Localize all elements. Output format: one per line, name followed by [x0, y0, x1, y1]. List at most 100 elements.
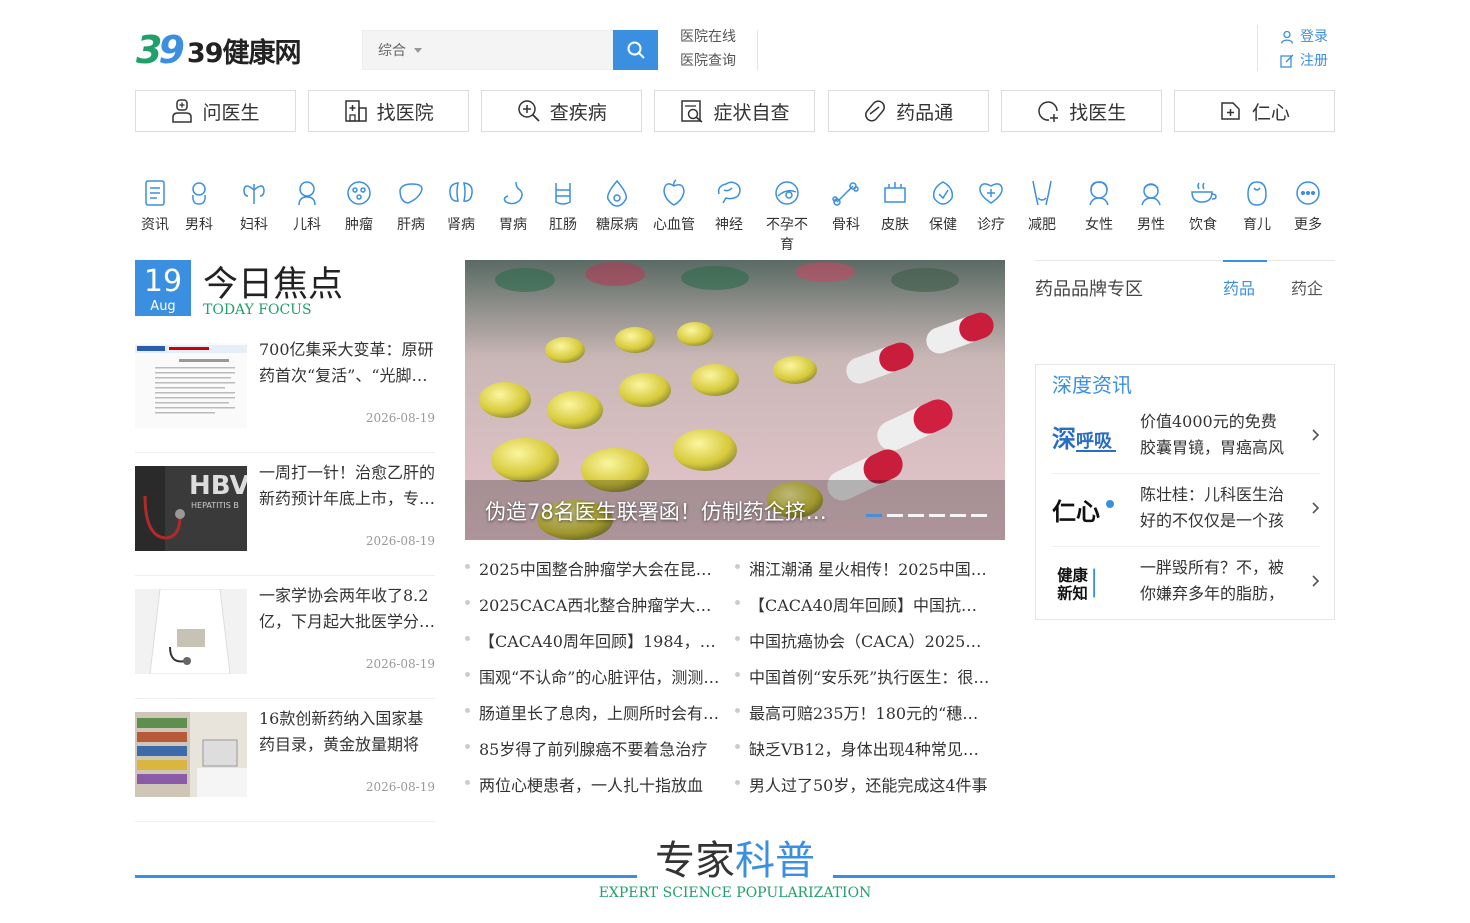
category-label: 减肥 [1028, 217, 1056, 233]
category-gynecology[interactable]: 妇科 [229, 178, 279, 234]
news-item[interactable]: 一家学协会两年收了8.2亿，下月起大批医学分… 2026-08-19 [135, 586, 435, 699]
carousel-dot[interactable] [929, 514, 945, 517]
category-male[interactable]: 男性 [1126, 178, 1176, 234]
headline-link[interactable]: 缺乏VB12，身体出现4种常见症状 [735, 736, 991, 760]
link-hospital-search[interactable]: 医院查询 [680, 49, 736, 73]
headline-link[interactable]: 【CACA40周年回顾】中国抗癌… [735, 592, 991, 616]
nav-symptom-check[interactable]: 症状自查 [654, 90, 816, 132]
news-title[interactable]: 一周打一针！治愈乙肝的新药预计年底上市，专… [259, 460, 437, 512]
today-focus-header: 19 Aug 今日焦点 TODAY FOCUS [135, 260, 435, 320]
nav-check-disease[interactable]: 查疾病 [481, 90, 643, 132]
category-skin[interactable]: 皮肤 [870, 178, 920, 234]
featured-carousel[interactable]: 伪造78名医生联署函！仿制药企挤… [465, 260, 1005, 540]
headline-link[interactable]: 湘江潮涌 星火相传！2025中国… [735, 556, 991, 580]
news-thumbnail [135, 343, 247, 428]
nav-find-hospital[interactable]: 找医院 [308, 90, 470, 132]
headline-link[interactable]: 肠道里长了息肉，上厕所时会有… [465, 700, 721, 724]
category-diabetes[interactable]: 糖尿病 [592, 178, 642, 234]
news-title[interactable]: 一家学协会两年收了8.2亿，下月起大批医学分… [259, 583, 437, 635]
carousel-dot[interactable] [866, 514, 882, 517]
search-scope-select[interactable]: 综合 [378, 40, 406, 60]
headline-link[interactable]: 两位心梗患者，一人扎十指放血 [465, 772, 721, 796]
search-input[interactable]: 综合 [362, 30, 613, 70]
category-label: 不孕不育 [766, 217, 808, 253]
headline-link[interactable]: 【CACA40周年回顾】1984，中… [465, 628, 721, 652]
category-orthopedics[interactable]: 骨科 [821, 178, 871, 234]
news-title[interactable]: 700亿集采大变革：原研药首次“复活”、“光脚… [259, 337, 437, 389]
category-stomach[interactable]: 胃病 [488, 178, 538, 234]
tab-drugs[interactable]: 药品 [1223, 275, 1255, 299]
health-care-icon [932, 181, 954, 205]
category-anorectal[interactable]: 肛肠 [538, 178, 588, 234]
diet-icon [1191, 182, 1217, 203]
headline-link[interactable]: 2025中国整合肿瘤学大会在昆明… [465, 556, 721, 580]
category-liver[interactable]: 肝病 [386, 178, 436, 234]
carousel-dot[interactable] [908, 514, 924, 517]
news-item[interactable]: 16款创新药纳入国家基药目录，黄金放量期将至？ 2026-08-19 [135, 709, 435, 822]
headline-link[interactable]: 男人过了50岁，还能完成这4件事 [735, 772, 991, 796]
logo-name: 39健康网 [186, 37, 302, 69]
category-infertility[interactable]: 不孕不育 [762, 178, 812, 254]
deep-news-item[interactable]: 健康 新知 一胖毁所有？不，被你嫌弃多年的脂肪， [1052, 547, 1320, 620]
date-month: Aug [150, 299, 176, 314]
category-label: 男科 [185, 217, 213, 233]
headline-link[interactable]: 2025CACA西北整合肿瘤学大会… [465, 592, 721, 616]
category-bar: 资讯 男科 妇科 儿科 肿瘤 肝病 肾病 胃病 肛肠 糖尿病 心血管 神经 不孕不育 骨科 皮肤 保健 诊疗 减肥… [135, 178, 1335, 253]
news-item[interactable]: 700亿集采大变革：原研药首次“复活”、“光脚… 2026-08-19 [135, 340, 435, 453]
carousel-dot[interactable] [971, 514, 987, 517]
category-andrology[interactable]: 男科 [174, 178, 224, 234]
carousel-dot[interactable] [887, 514, 903, 517]
category-label: 肛肠 [549, 217, 577, 233]
diabetes-icon [606, 179, 628, 207]
deep-news-item[interactable]: 深呼吸 价值4000元的免费胶囊胃镜，胃癌高风险 [1052, 401, 1320, 474]
category-kidney[interactable]: 肾病 [436, 178, 486, 234]
headline-link[interactable]: 围观“不认命”的心脏评估，测测… [465, 664, 721, 688]
link-hospital-online[interactable]: 医院在线 [680, 25, 736, 49]
news-item[interactable]: HBV HEPATITIS B 一周打一针！治愈乙肝的新药预计年底上市，专… 20… [135, 463, 435, 576]
nav-find-doctor[interactable]: 找医生 [1000, 90, 1162, 132]
login-link[interactable]: 登录 [1280, 25, 1328, 49]
deep-news-item[interactable]: 仁心 陈壮桂：儿科医生治好的不仅仅是一个孩 [1052, 474, 1320, 547]
search-bar: 综合 [362, 30, 658, 70]
category-weight-loss[interactable]: 减肥 [1017, 178, 1067, 234]
pill-icon [865, 100, 886, 122]
category-cardio[interactable]: 心血管 [649, 178, 699, 234]
site-logo[interactable]: 39 39健康网 [136, 28, 321, 72]
nav-renxin[interactable]: 仁心 [1173, 90, 1335, 132]
category-label: 糖尿病 [596, 217, 638, 233]
tab-pharma[interactable]: 药企 [1291, 275, 1323, 299]
symptom-check-icon [681, 100, 703, 123]
carousel-caption[interactable]: 伪造78名医生联署函！仿制药企挤… [485, 496, 845, 526]
more-icon [1296, 181, 1320, 205]
category-diagnosis[interactable]: 诊疗 [966, 178, 1016, 234]
headline-link[interactable]: 最高可赔235万！180元的“穗岁… [735, 700, 991, 724]
carousel-dot[interactable] [950, 514, 966, 517]
headline-link[interactable]: 中国抗癌协会（CACA）2025工… [735, 628, 991, 652]
category-tumor[interactable]: 肿瘤 [334, 178, 384, 234]
category-news[interactable]: 资讯 [130, 178, 180, 234]
category-parenting[interactable]: 育儿 [1232, 178, 1282, 234]
headline-link[interactable]: 中国首例“安乐死”执行医生：很… [735, 664, 991, 688]
category-health-care[interactable]: 保健 [918, 178, 968, 234]
headline-link[interactable]: 85岁得了前列腺癌不要着急治疗 [465, 736, 721, 760]
weight-loss-icon [1032, 180, 1052, 206]
category-neuro[interactable]: 神经 [704, 178, 754, 234]
search-button[interactable] [613, 30, 658, 70]
tumor-icon [347, 181, 371, 205]
deep-news-title: 深度资讯 [1052, 373, 1132, 397]
search-disease-icon [518, 100, 540, 122]
category-female[interactable]: 女性 [1074, 178, 1124, 234]
nav-ask-doctor[interactable]: 问医生 [135, 90, 296, 132]
edit-icon [1280, 54, 1294, 68]
neuro-icon [717, 181, 741, 204]
news-title[interactable]: 16款创新药纳入国家基药目录，黄金放量期将至？ [259, 706, 437, 758]
logo-mark: 39 [136, 28, 185, 72]
nav-drug[interactable]: 药品通 [827, 90, 989, 132]
category-more[interactable]: 更多 [1283, 178, 1333, 234]
register-link[interactable]: 注册 [1280, 49, 1328, 73]
user-links: 登录 注册 [1257, 25, 1328, 71]
category-diet[interactable]: 饮食 [1178, 178, 1228, 234]
category-label: 骨科 [832, 217, 860, 233]
category-pediatrics[interactable]: 儿科 [282, 178, 332, 234]
date-badge: 19 Aug [135, 260, 191, 316]
